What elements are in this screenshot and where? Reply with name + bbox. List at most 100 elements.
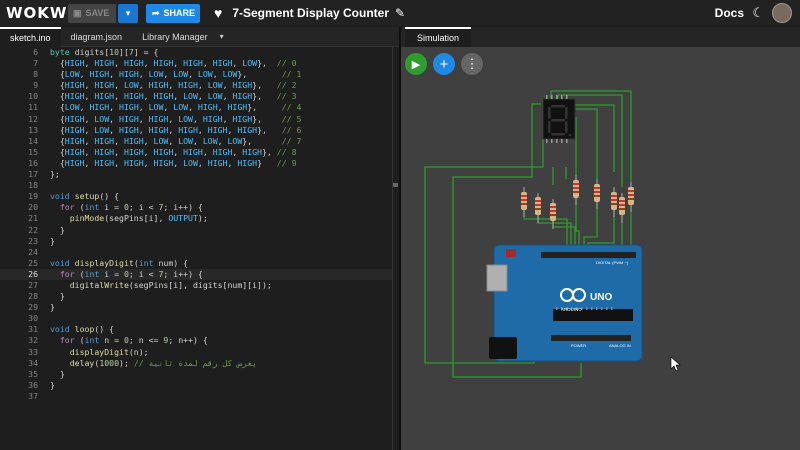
line-number: 21 (28, 213, 38, 224)
code-line: 22 } (0, 225, 392, 236)
line-number: 8 (33, 69, 38, 80)
line-number: 20 (28, 202, 38, 213)
code-line: 27 digitalWrite(segPins[i], digits[num][… (0, 280, 392, 291)
code-line: 30 (0, 313, 392, 324)
line-number: 7 (33, 58, 38, 69)
code-text: {LOW, HIGH, HIGH, LOW, LOW, HIGH, HIGH},… (50, 102, 302, 113)
line-number: 15 (28, 146, 38, 157)
code-line: 12 {HIGH, LOW, HIGH, HIGH, LOW, HIGH, HI… (0, 114, 392, 125)
line-number: 25 (28, 257, 38, 268)
code-text: }; (50, 169, 60, 180)
line-number: 37 (28, 390, 38, 401)
line-number: 9 (33, 80, 38, 91)
code-text: void displayDigit(int num) { (50, 257, 189, 268)
docs-link[interactable]: Docs (715, 6, 744, 20)
code-text: displayDigit(n); (69, 346, 149, 357)
tab-library-manager[interactable]: Library Manager (132, 27, 218, 47)
code-line: 9 {HIGH, HIGH, LOW, HIGH, HIGH, LOW, HIG… (0, 80, 392, 91)
code-line: 16 {HIGH, HIGH, HIGH, HIGH, LOW, HIGH, H… (0, 158, 392, 169)
resistor (628, 182, 634, 212)
code-line: 8 {LOW, HIGH, HIGH, LOW, LOW, LOW, LOW},… (0, 69, 392, 80)
line-number: 26 (28, 268, 38, 279)
digital-header-label: DIGITAL (PWM ~) (596, 260, 629, 265)
code-text: {HIGH, HIGH, HIGH, LOW, LOW, LOW, LOW}, … (50, 135, 302, 146)
code-line: 19 void setup() { (0, 191, 392, 202)
code-line: 29} (0, 302, 392, 313)
circuit-diagram: UNO ARDUINO DIGITAL (PWM ~) ANALOG IN PO… (424, 90, 681, 378)
code-text: {HIGH, HIGH, HIGH, HIGH, LOW, LOW, HIGH}… (50, 91, 297, 102)
editor-scrollbar[interactable] (392, 47, 399, 450)
project-title: 7-Segment Display Counter (232, 6, 390, 20)
line-number: 11 (28, 102, 38, 113)
power-header-label: POWER (571, 343, 586, 348)
line-number: 30 (28, 313, 38, 324)
code-text: byte digits[10][7] = { (50, 47, 159, 57)
code-text: {HIGH, LOW, HIGH, HIGH, HIGH, HIGH, HIGH… (50, 124, 302, 135)
line-number: 27 (28, 279, 38, 290)
line-number: 31 (28, 324, 38, 335)
line-number: 22 (28, 224, 38, 235)
share-icon: ➦ (152, 7, 160, 18)
code-line: 23} (0, 236, 392, 247)
tabs-menu-chevron-icon[interactable]: ▾ (220, 32, 224, 41)
code-text: void setup() { (50, 191, 120, 202)
code-line: 13 {HIGH, LOW, HIGH, HIGH, HIGH, HIGH, H… (0, 125, 392, 136)
tab-simulation[interactable]: Simulation (405, 27, 472, 47)
code-line: 15 {HIGH, HIGH, HIGH, HIGH, HIGH, HIGH, … (0, 147, 392, 158)
save-button[interactable]: ▣ SAVE (68, 3, 116, 23)
edit-pencil-icon[interactable]: ✎ (395, 6, 405, 20)
chevron-down-icon: ▾ (125, 7, 131, 18)
top-bar: WOKWI ▣ SAVE ▾ ➦ SHARE ♥ 7-Segment Displ… (0, 0, 800, 26)
code-line: 24 (0, 247, 392, 258)
code-line: 25 void displayDigit(int num) { (0, 258, 392, 269)
code-text: {HIGH, HIGH, HIGH, HIGH, HIGH, HIGH, HIG… (50, 146, 297, 157)
code-text: {HIGH, LOW, HIGH, HIGH, LOW, HIGH, HIGH}… (50, 113, 302, 124)
code-line: 35 } (0, 369, 392, 380)
board-label: UNO (590, 292, 612, 303)
line-number: 17 (28, 169, 38, 180)
editor-scrollbar-thumb[interactable] (393, 183, 398, 187)
code-line: 33 displayDigit(n); (0, 347, 392, 358)
save-dropdown-button[interactable]: ▾ (118, 3, 138, 23)
code-text: } (50, 291, 65, 302)
code-line: 36} (0, 380, 392, 391)
code-line: 37 (0, 391, 392, 402)
share-button[interactable]: ➦ SHARE (146, 3, 200, 23)
dark-mode-icon[interactable]: ☾ (752, 5, 764, 21)
simulation-tabs: Simulation (401, 27, 800, 47)
heart-icon[interactable]: ♥ (214, 5, 222, 21)
resistor (550, 199, 556, 229)
code-text: } (50, 224, 65, 235)
code-text: digitalWrite(segPins[i], digits[num][i])… (69, 279, 272, 290)
tab-sketch-ino[interactable]: sketch.ino (0, 26, 61, 47)
line-number: 29 (28, 302, 38, 313)
resistor (521, 187, 527, 217)
code-line: 21 pinMode(segPins[i], OUTPUT); (0, 213, 392, 224)
line-number: 6 (33, 47, 38, 57)
tab-diagram-json[interactable]: diagram.json (61, 27, 133, 47)
code-text: } (50, 368, 65, 379)
code-text: {LOW, HIGH, HIGH, LOW, LOW, LOW, LOW}, /… (50, 69, 302, 80)
wokwi-logo[interactable]: WOKWI (6, 4, 73, 22)
resistor (611, 187, 617, 217)
resistor (573, 175, 579, 205)
line-number: 23 (28, 235, 38, 246)
avatar[interactable] (772, 3, 792, 23)
simulation-panel: Simulation ▶ + ⋮ UNO ARDUINO DIGITAL (PW… (401, 27, 800, 450)
code-text: {HIGH, HIGH, HIGH, HIGH, LOW, HIGH, HIGH… (50, 157, 297, 168)
code-area[interactable]: 6 byte digits[10][7] = { 7 {HIGH, HIGH, H… (0, 47, 392, 402)
code-line: 7 {HIGH, HIGH, HIGH, HIGH, HIGH, HIGH, L… (0, 58, 392, 69)
code-line: 6 byte digits[10][7] = { (0, 47, 392, 58)
code-line: 10 {HIGH, HIGH, HIGH, HIGH, LOW, LOW, HI… (0, 91, 392, 102)
code-line: 14 {HIGH, HIGH, HIGH, LOW, LOW, LOW, LOW… (0, 136, 392, 147)
code-line: 20 for (int i = 0; i < 7; i++) { (0, 202, 392, 213)
save-button-label: SAVE (85, 8, 110, 18)
line-number: 14 (28, 135, 38, 146)
mouse-cursor-icon (670, 356, 681, 372)
simulation-canvas[interactable]: ▶ + ⋮ UNO ARDUINO DIGITAL (PWM ~) ANALOG… (401, 47, 800, 450)
seven-segment-display (542, 95, 576, 143)
line-number: 33 (28, 346, 38, 357)
code-text: for (int i = 0; i < 7; i++) { (59, 268, 203, 279)
code-line: 11 {LOW, HIGH, HIGH, LOW, LOW, HIGH, HIG… (0, 102, 392, 113)
code-line: 34 delay(1000); // يعرض كل رقم لمدة ثاني… (0, 358, 392, 369)
